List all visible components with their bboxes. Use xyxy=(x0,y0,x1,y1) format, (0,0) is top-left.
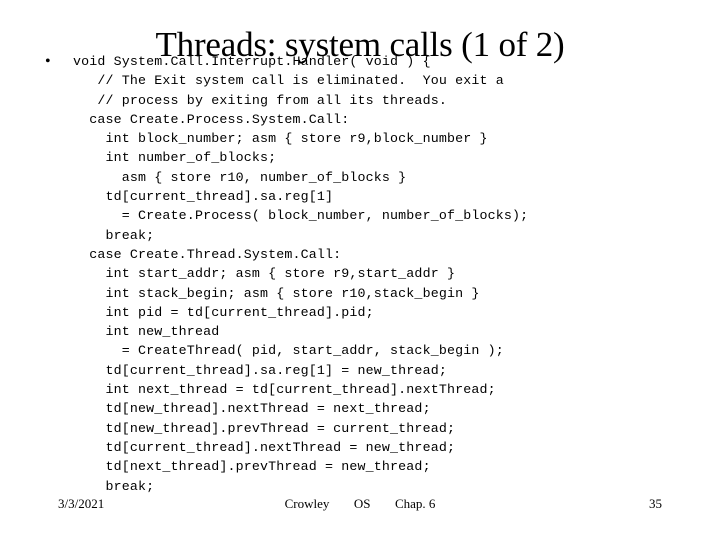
bullet-list-item: • void System.Call.Interrupt.Handler( vo… xyxy=(40,52,700,496)
code-line: void System.Call.Interrupt.Handler( void… xyxy=(73,54,431,69)
code-line: td[new_thread].nextThread = next_thread; xyxy=(73,401,431,417)
code-line: // The Exit system call is eliminated. Y… xyxy=(73,73,504,89)
code-line: td[next_thread].prevThread = new_thread; xyxy=(73,459,431,475)
code-line: = CreateThread( pid, start_addr, stack_b… xyxy=(73,343,504,359)
footer-page-number: 35 xyxy=(649,496,662,511)
footer-author: Crowley xyxy=(284,496,330,511)
code-line: td[current_thread].nextThread = new_thre… xyxy=(73,439,456,455)
code-line: // process by exiting from all its threa… xyxy=(73,92,447,108)
code-line: asm { store r10, number_of_blocks } xyxy=(73,169,407,185)
code-line: break; xyxy=(73,478,155,494)
bullet-point-icon: • xyxy=(45,53,51,70)
code-line: td[current_thread].sa.reg[1] xyxy=(73,189,334,205)
code-line: int start_addr; asm { store r9,start_add… xyxy=(73,266,456,282)
code-line: int new_thread xyxy=(73,324,220,340)
code-line: int next_thread = td[current_thread].nex… xyxy=(73,382,496,398)
code-line: break; xyxy=(73,227,155,243)
footer-center-group: Crowley OS Chap. 6 xyxy=(0,496,720,512)
code-line: case Create.Process.System.Call: xyxy=(73,111,350,127)
code-line: int stack_begin; asm { store r10,stack_b… xyxy=(73,285,480,301)
code-line: int number_of_blocks; xyxy=(73,150,277,166)
code-line: td[current_thread].sa.reg[1] = new_threa… xyxy=(73,362,447,378)
code-line: int pid = td[current_thread].pid; xyxy=(73,304,374,320)
code-line: = Create.Process( block_number, number_o… xyxy=(73,208,529,224)
code-line: int block_number; asm { store r9,block_n… xyxy=(73,131,488,147)
code-block: void System.Call.Interrupt.Handler( void… xyxy=(73,52,700,496)
slide-body: • void System.Call.Interrupt.Handler( vo… xyxy=(40,52,700,496)
footer-course: OS xyxy=(353,496,371,511)
code-line: case Create.Thread.System.Call: xyxy=(73,246,342,262)
slide-canvas: Threads: system calls (1 of 2) • void Sy… xyxy=(0,0,720,540)
code-line: td[new_thread].prevThread = current_thre… xyxy=(73,420,456,436)
slide-footer: 3/3/2021 Crowley OS Chap. 6 35 xyxy=(0,496,720,516)
footer-chapter: Chap. 6 xyxy=(394,496,436,511)
